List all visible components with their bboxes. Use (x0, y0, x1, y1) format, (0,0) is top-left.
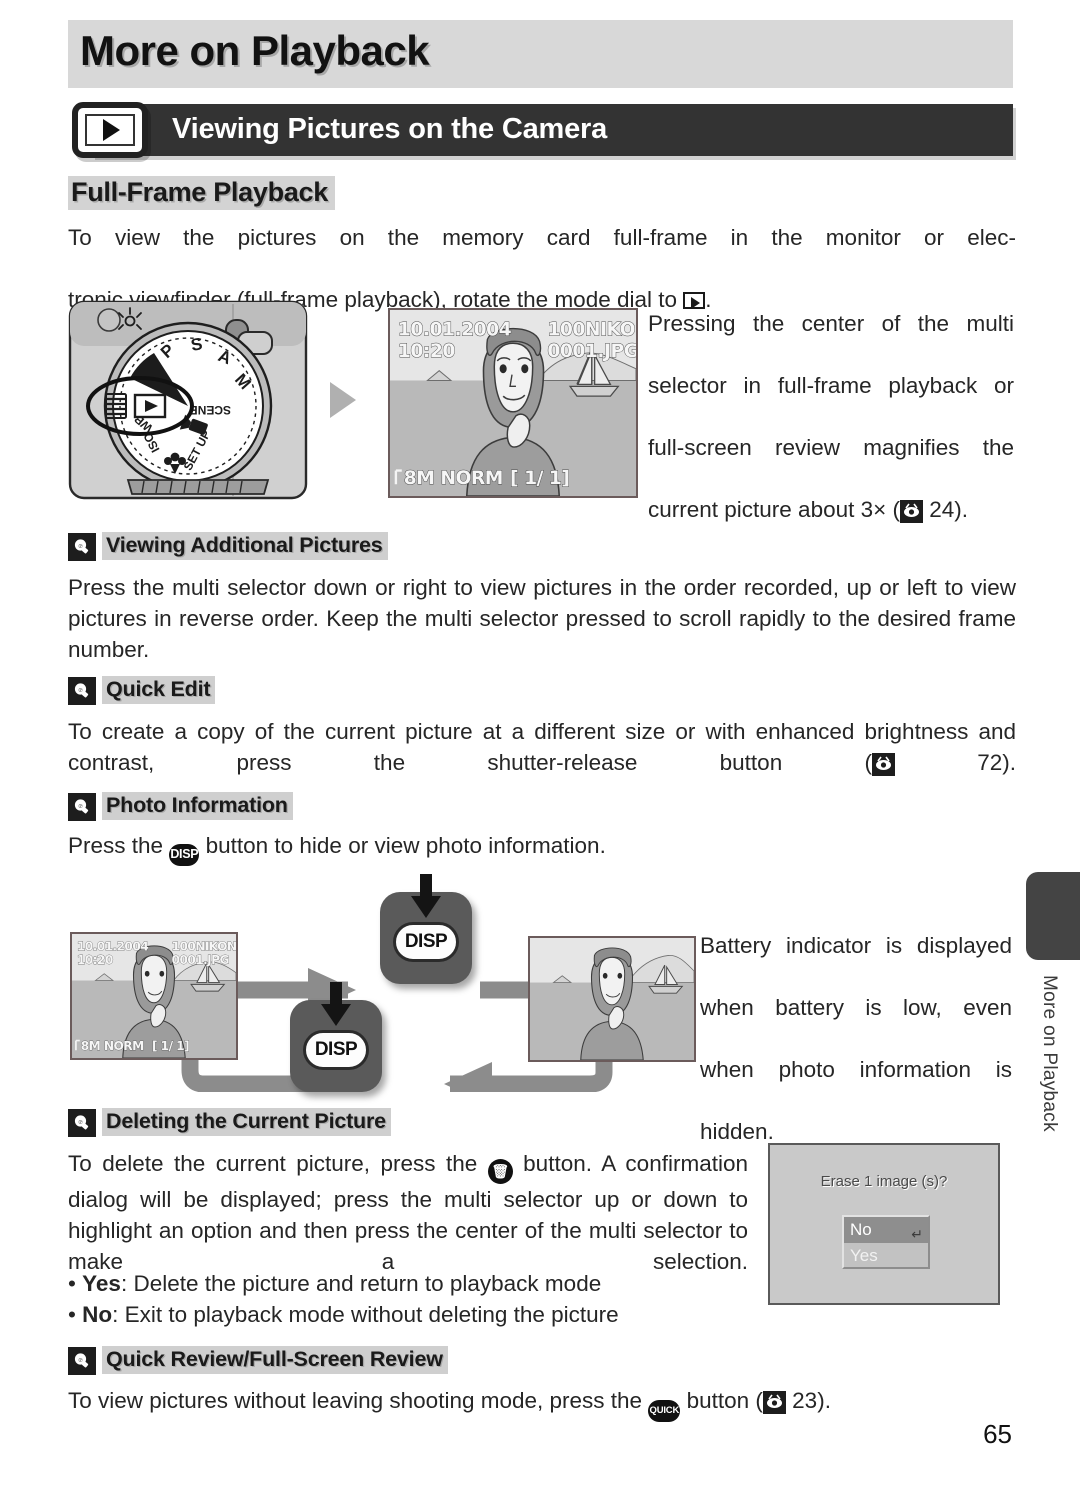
playback-icon-triangle (103, 119, 120, 141)
lightbulb-tip-icon: ℗ (68, 1347, 96, 1375)
svg-text:10.01.2004: 10.01.2004 (77, 940, 148, 954)
quick-review-text-c: 23). (792, 1388, 831, 1413)
tip-heading-photo-information: ℗ Photo Information (68, 792, 293, 821)
lightbulb-tip-icon: ℗ (68, 1109, 96, 1137)
svg-text:0001.JPG: 0001.JPG (172, 953, 230, 967)
lcd-preview-with-info: 10.01.2004 10:20 100NIKON 0001.JPG 8M NO… (388, 308, 638, 498)
svg-text:℗: ℗ (78, 804, 83, 810)
disp-button-icon: DISP (169, 843, 200, 866)
svg-text:100NIKON: 100NIKON (172, 940, 236, 954)
lcd-cycle-info-shown: 10.01.2004 10:20 100NIKON 0001.JPG 8M NO… (70, 932, 238, 1060)
trash-button-icon: 🗑 (487, 1159, 513, 1184)
tip-body-quick-review: To view pictures without leaving shootin… (68, 1385, 1016, 1422)
photo-info-text-a: Press the (68, 833, 164, 858)
svg-text:[ 1/ 1]: [ 1/ 1] (510, 468, 569, 489)
section-title: Viewing Pictures on the Camera (172, 113, 608, 145)
edge-tab-marker (1026, 872, 1080, 960)
flow-arrow-icon (330, 382, 356, 418)
tip-body-photo-information: Press the DISP button to hide or view ph… (68, 830, 1016, 866)
magnify-note-line-3: full-screen review magnifies the (648, 435, 1014, 460)
bullet-yes-key: Yes (82, 1271, 121, 1296)
quick-review-text-a: To view pictures without leaving shootin… (68, 1388, 643, 1413)
erase-option-no[interactable]: No ↵ (844, 1217, 928, 1243)
intro-line-1: To view the pictures on the memory card … (68, 225, 1016, 250)
tip-heading-viewing-additional-pictures: ℗ Viewing Additional Pictures (68, 532, 388, 561)
disp-button-cap-label: DISP (393, 922, 459, 962)
subhead-full-frame-playback: Full-Frame Playback (68, 176, 335, 210)
battery-note-line-1: Battery indicator is displayed (700, 933, 1012, 958)
bullet-no-key: No (82, 1302, 113, 1327)
reference-eye-icon (900, 500, 924, 523)
playback-icon-frame (85, 114, 135, 146)
svg-text:0001.JPG: 0001.JPG (547, 341, 636, 362)
lightbulb-tip-icon: ℗ (68, 533, 96, 561)
bullet-no-text: : Exit to playback mode without deleting… (112, 1302, 619, 1327)
manual-page: More on Playback Viewing Pictures on the… (0, 0, 1080, 1486)
mode-dial-illustration: P S A M SCENE SET UP ISO WB (68, 298, 311, 501)
tip-heading-quick-review: ℗ Quick Review/Full-Screen Review (68, 1346, 448, 1375)
svg-text:℗: ℗ (78, 544, 83, 550)
delete-bullet-no: • No: Exit to playback mode without dele… (68, 1302, 619, 1327)
magnify-note: Pressing the center of the multi selecto… (648, 308, 1014, 525)
quick-button-icon: QUICK (648, 1399, 681, 1422)
bullet-yes-text: : Delete the picture and return to playb… (120, 1271, 602, 1296)
erase-dialog-title: Erase 1 image (s)? (820, 1173, 948, 1190)
quick-review-text-b: button ( (686, 1388, 763, 1413)
edge-tab-label: More on Playback (1039, 975, 1060, 1132)
erase-option-yes[interactable]: Yes (844, 1243, 928, 1269)
svg-text:100NIKON: 100NIKON (547, 319, 636, 340)
tip-label: Viewing Additional Pictures (102, 532, 388, 560)
svg-text:10.01.2004: 10.01.2004 (398, 319, 512, 340)
reference-eye-icon (871, 753, 895, 776)
lcd-cycle-info-hidden (528, 936, 696, 1062)
delete-bullet-yes: • Yes: Delete the picture and return to … (68, 1271, 602, 1296)
quick-edit-text-b: 72). (977, 750, 1016, 775)
svg-text:SCENE: SCENE (190, 403, 231, 417)
erase-confirmation-dialog: Erase 1 image (s)? No ↵ Yes (768, 1143, 1000, 1305)
svg-text:℗: ℗ (78, 688, 83, 694)
tip-heading-deleting-current-picture: ℗ Deleting the Current Picture (68, 1108, 391, 1137)
page-title: More on Playback (80, 27, 430, 74)
press-down-arrow-icon (411, 874, 441, 918)
svg-text:8M NORM: 8M NORM (404, 468, 503, 489)
tip-label: Quick Edit (102, 676, 216, 704)
lightbulb-tip-icon: ℗ (68, 793, 96, 821)
svg-text:[ 1/ 1]: [ 1/ 1] (152, 1039, 189, 1053)
photo-info-text-b: button to hide or view photo information… (205, 833, 606, 858)
magnify-note-line-2: selector in full-frame playback or (648, 373, 1014, 398)
lightbulb-tip-icon: ℗ (68, 677, 96, 705)
svg-text:10:20: 10:20 (398, 341, 456, 362)
tip-label: Deleting the Current Picture (102, 1108, 391, 1136)
tip-label: Quick Review/Full-Screen Review (102, 1346, 448, 1374)
tip-heading-quick-edit: ℗ Quick Edit (68, 676, 216, 705)
magnify-note-line-4b: 24). (929, 497, 969, 522)
erase-option-no-label: No (850, 1220, 872, 1239)
battery-note-line-2: when battery is low, even (700, 995, 1012, 1020)
press-down-arrow-icon (321, 982, 351, 1026)
battery-note-line-3: when photo information is (700, 1057, 1012, 1082)
erase-option-yes-label: Yes (850, 1246, 878, 1265)
svg-text:10:20: 10:20 (77, 953, 113, 967)
playback-icon (72, 102, 148, 158)
page-number: 65 (983, 1419, 1012, 1449)
magnify-note-line-1: Pressing the center of the multi (648, 311, 1014, 336)
svg-text:℗: ℗ (78, 1358, 83, 1364)
magnify-note-line-4a: current picture about 3× ( (648, 497, 901, 522)
delete-text-a: To delete the current picture, press the (68, 1151, 478, 1176)
playback-mode-icon (683, 292, 706, 309)
erase-dialog-options: No ↵ Yes (842, 1215, 930, 1269)
svg-text:8M NORM: 8M NORM (81, 1039, 144, 1053)
disp-button-cap-label: DISP (303, 1030, 369, 1070)
battery-indicator-note: Battery indicator is displayed when batt… (700, 930, 1012, 1147)
reference-eye-icon (762, 1391, 786, 1414)
magnify-note-line-4: current picture about 3× ( 24). (648, 494, 1014, 525)
svg-text:℗: ℗ (78, 1120, 83, 1126)
tip-label: Photo Information (102, 792, 293, 820)
